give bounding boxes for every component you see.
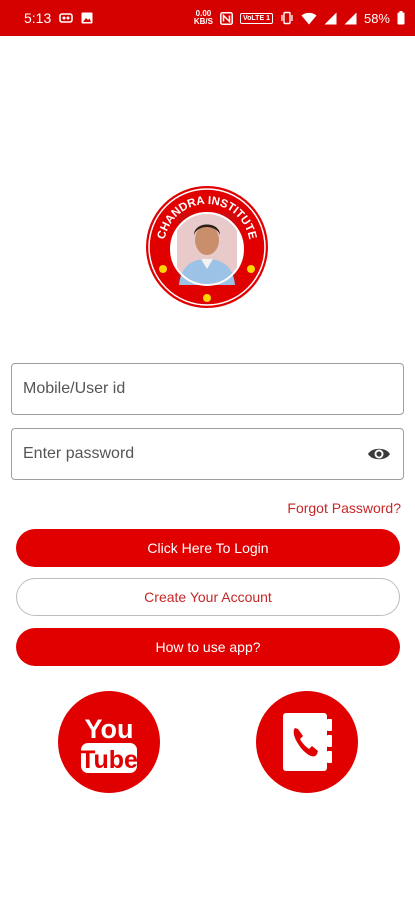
institute-logo: CHANDRA INSTITUTE	[145, 185, 269, 309]
signal-icon	[324, 12, 337, 25]
network-speed-unit: KB/S	[193, 17, 213, 26]
create-account-button[interactable]: Create Your Account	[16, 578, 400, 616]
login-button[interactable]: Click Here To Login	[16, 529, 400, 567]
youtube-text-bottom: Tube	[80, 746, 138, 774]
mobile-field[interactable]	[11, 363, 404, 415]
password-field[interactable]	[11, 428, 404, 480]
cast-icon	[59, 12, 74, 24]
mobile-input[interactable]	[23, 380, 392, 398]
volte-badge: VoLTE 1	[240, 12, 273, 24]
password-input[interactable]	[23, 445, 366, 463]
youtube-text-top: You	[85, 714, 134, 744]
youtube-button[interactable]: You Tube	[58, 691, 160, 793]
signal-icon-2	[344, 12, 357, 25]
show-password-icon[interactable]	[366, 441, 392, 467]
how-to-use-button[interactable]: How to use app?	[16, 628, 400, 666]
status-bar: 5:13 0.00 KB/S VoLTE 1 58%	[0, 0, 415, 36]
contact-button[interactable]	[256, 691, 358, 793]
nfc-icon	[220, 11, 233, 25]
youtube-icon: You Tube	[80, 714, 138, 774]
vibrate-icon	[280, 11, 294, 25]
phone-book-icon	[283, 713, 332, 771]
wifi-icon	[301, 12, 317, 25]
network-speed: 0.00 KB/S	[194, 10, 213, 26]
status-time: 5:13	[24, 10, 52, 26]
forgot-password-link[interactable]: Forgot Password?	[287, 500, 401, 516]
battery-icon	[397, 11, 405, 25]
image-icon	[81, 12, 93, 24]
battery-percent: 58%	[363, 10, 390, 26]
